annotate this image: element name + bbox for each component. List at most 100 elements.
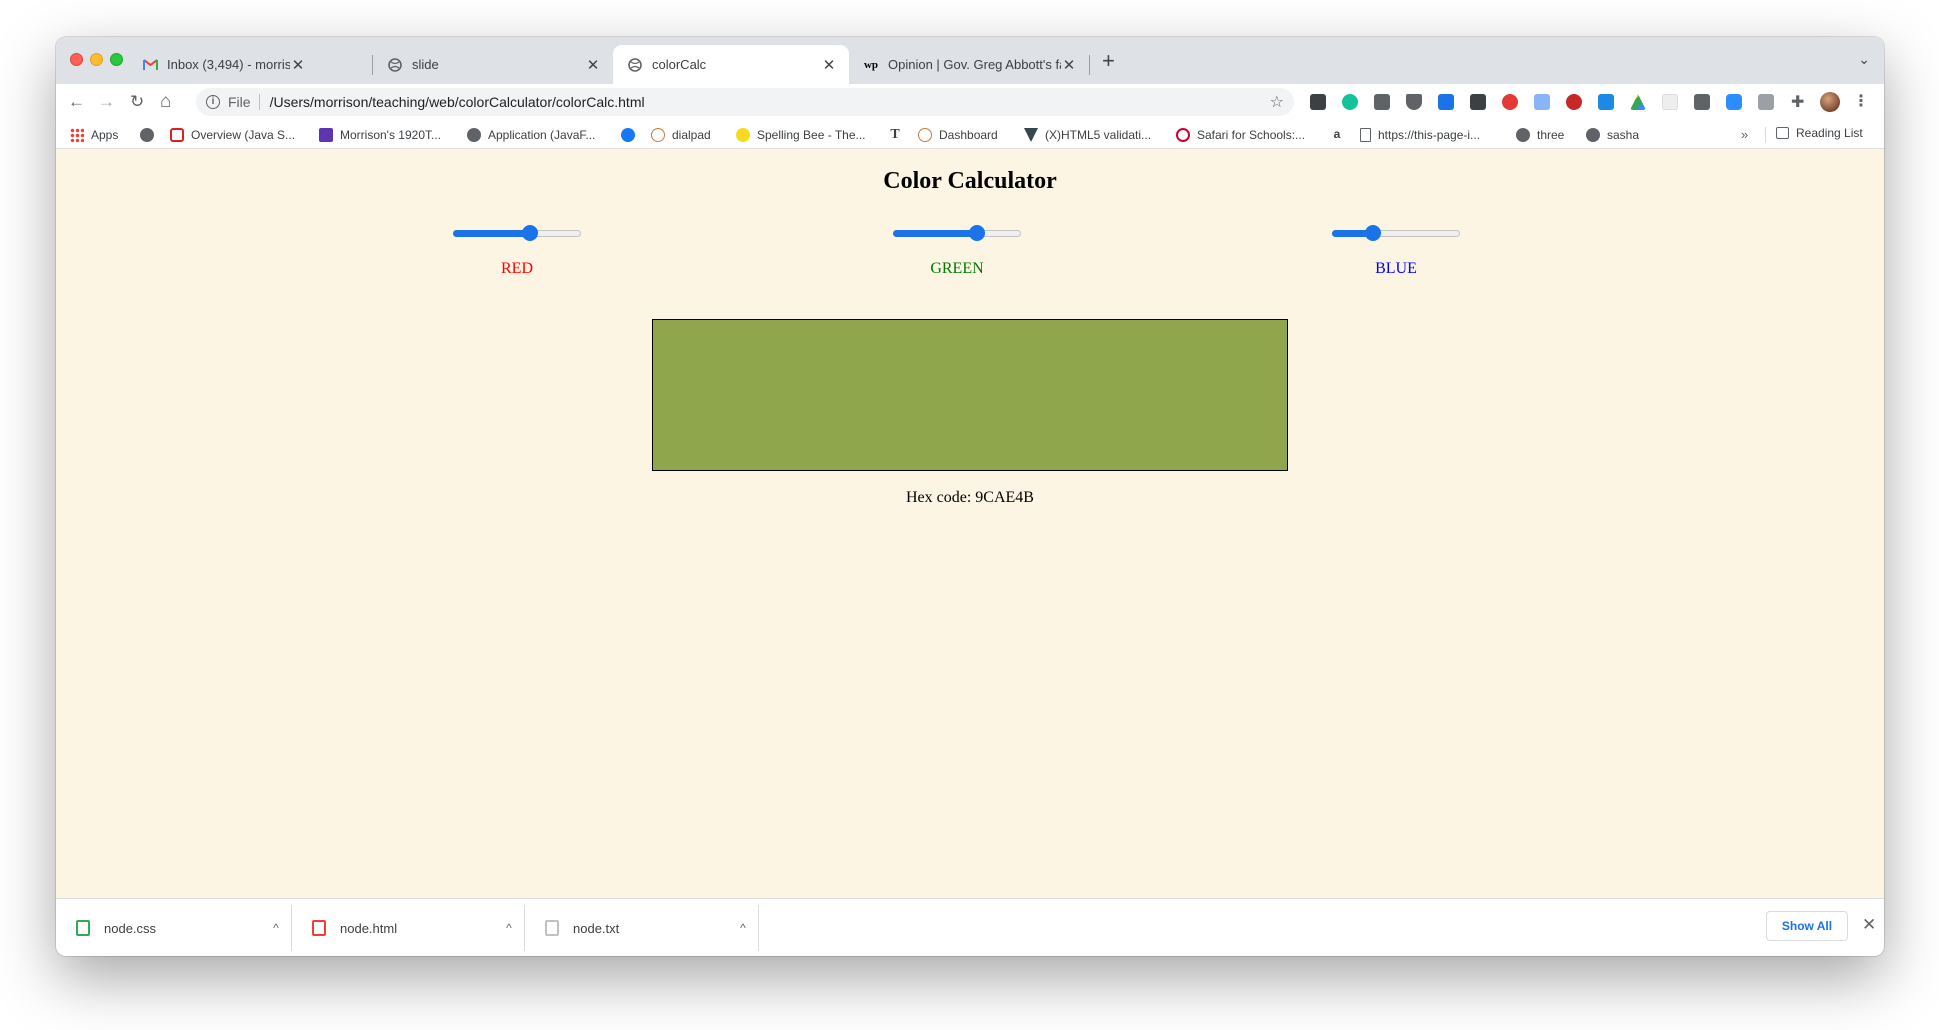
globe-icon — [140, 128, 154, 142]
morrison-site-icon — [319, 128, 333, 142]
bookmark-star-icon[interactable]: ☆ — [1270, 92, 1284, 112]
tab-close-icon[interactable]: ✕ — [821, 56, 837, 74]
facebook-icon — [621, 128, 635, 142]
tab-opinion[interactable]: wp Opinion | Gov. Greg Abbott's fa ✕ — [849, 45, 1089, 84]
download-item[interactable]: node.html ^ — [292, 905, 525, 951]
tab-title: slide — [412, 57, 439, 72]
grammarly-icon[interactable] — [1342, 94, 1358, 110]
slider-thumb[interactable] — [1364, 225, 1381, 241]
bookmark-amazon[interactable]: a — [1330, 126, 1351, 144]
extension-s-icon[interactable] — [1598, 94, 1614, 110]
download-filename: node.html — [340, 920, 398, 936]
globe-icon — [387, 57, 403, 73]
color-swatch — [652, 319, 1288, 471]
zoom-icon[interactable] — [1726, 94, 1742, 110]
shield-icon[interactable] — [1406, 94, 1422, 110]
avatar[interactable] — [1820, 92, 1840, 112]
browser-window: Inbox (3,494) - morrison@ncs ✕ slide ✕ c… — [56, 37, 1884, 956]
bookmark-nytimes[interactable]: T — [888, 126, 909, 144]
chevron-up-icon[interactable]: ^ — [728, 921, 758, 935]
green-slider[interactable] — [893, 225, 1021, 241]
extension-arrow-icon[interactable] — [1694, 94, 1710, 110]
reading-list-button[interactable]: Reading List — [1776, 126, 1863, 140]
tab-search-icon[interactable]: ⌄ — [1858, 51, 1870, 68]
dashboard-icon — [918, 128, 932, 142]
minimize-window-button[interactable] — [90, 53, 103, 66]
wapo-icon: wp — [863, 58, 879, 71]
address-bar[interactable]: i File /Users/morrison/teaching/web/colo… — [196, 88, 1294, 116]
red-slider[interactable] — [453, 225, 581, 241]
bookmark-overview-java[interactable]: Overview (Java S... — [170, 126, 295, 144]
extension-tool-icon[interactable] — [1470, 94, 1486, 110]
bookmark-globe[interactable] — [140, 126, 161, 144]
zoom-window-button[interactable] — [110, 53, 123, 66]
more-bookmarks-icon[interactable]: » — [1741, 127, 1748, 142]
red-slider-group: RED — [447, 225, 587, 278]
text-file-icon — [545, 920, 559, 936]
chevron-up-icon[interactable]: ^ — [494, 921, 524, 935]
tab-close-icon[interactable]: ✕ — [290, 56, 306, 74]
bookmark-validator[interactable]: (X)HTML5 validati... — [1024, 126, 1151, 144]
tab-title: Opinion | Gov. Greg Abbott's fa — [888, 57, 1061, 72]
toolbar: ← → ↻ ⌂ i File /Users/morrison/teaching/… — [56, 84, 1884, 120]
bookmark-morrisons[interactable]: Morrison's 1920T... — [319, 126, 441, 144]
extension-pen-icon[interactable] — [1534, 94, 1550, 110]
info-icon[interactable]: i — [206, 95, 220, 109]
blue-slider-group: BLUE — [1326, 225, 1466, 278]
extension-blue-icon[interactable] — [1438, 94, 1454, 110]
google-drive-icon[interactable] — [1630, 94, 1646, 110]
bee-icon — [736, 128, 750, 142]
page-content: Color Calculator RED GREEN BLUE Hex code… — [56, 149, 1884, 898]
tab-close-icon[interactable]: ✕ — [1061, 56, 1077, 74]
close-icon[interactable]: ✕ — [1862, 915, 1876, 935]
bookmark-spelling-bee[interactable]: Spelling Bee - The... — [736, 126, 866, 144]
reload-icon[interactable]: ↻ — [130, 92, 144, 112]
globe-icon — [627, 57, 643, 73]
extensions-puzzle-icon[interactable]: ✚ — [1791, 92, 1804, 112]
address-scheme: File — [228, 94, 260, 110]
bookmark-sasha[interactable]: sasha — [1586, 126, 1639, 144]
green-label: GREEN — [930, 260, 984, 277]
chevron-up-icon[interactable]: ^ — [261, 921, 291, 935]
back-icon[interactable]: ← — [68, 92, 85, 112]
forward-icon[interactable]: → — [98, 92, 115, 112]
extension-dark-icon[interactable] — [1310, 94, 1326, 110]
show-all-button[interactable]: Show All — [1766, 911, 1848, 941]
tab-slide[interactable]: slide ✕ — [373, 45, 613, 84]
extension-grid-icon[interactable] — [1374, 94, 1390, 110]
address-url[interactable]: /Users/morrison/teaching/web/colorCalcul… — [270, 94, 645, 110]
blue-slider[interactable] — [1332, 225, 1460, 241]
tab-colorcalc[interactable]: colorCalc ✕ — [613, 45, 849, 84]
download-shelf: node.css ^ node.html ^ node.txt ^ Show A… — [56, 898, 1884, 956]
red-label: RED — [501, 260, 533, 277]
bookmark-facebook[interactable] — [621, 126, 642, 144]
css-file-icon — [76, 920, 90, 936]
close-window-button[interactable] — [70, 53, 83, 66]
extension-blank-icon[interactable] — [1662, 94, 1678, 110]
new-tab-button[interactable]: + — [1102, 50, 1115, 72]
hex-code-text: Hex code: 9CAE4B — [906, 489, 1034, 506]
download-item[interactable]: node.css ^ — [56, 905, 292, 951]
globe-icon — [1586, 128, 1600, 142]
download-filename: node.css — [104, 920, 157, 936]
tab-gmail[interactable]: Inbox (3,494) - morrison@ncs ✕ — [128, 45, 318, 84]
menu-kebab-icon[interactable]: ⋮ — [1853, 91, 1869, 111]
download-item[interactable]: node.txt ^ — [525, 905, 759, 951]
slider-thumb[interactable] — [969, 225, 986, 241]
youtube-icon[interactable] — [1566, 94, 1582, 110]
tab-close-icon[interactable]: ✕ — [585, 56, 601, 74]
bookmark-safari-schools[interactable]: Safari for Schools:... — [1176, 126, 1305, 144]
bookmark-this-page[interactable]: https://this-page-i... — [1360, 126, 1480, 144]
bookmark-three[interactable]: three — [1516, 126, 1564, 144]
home-icon[interactable]: ⌂ — [160, 92, 171, 112]
dialpad-icon — [651, 128, 665, 142]
bookmark-application-javafx[interactable]: Application (JavaF... — [467, 126, 595, 144]
bookmark-dialpad[interactable]: dialpad — [651, 126, 711, 144]
bookmark-dashboard[interactable]: Dashboard — [918, 126, 998, 144]
blue-label: BLUE — [1375, 260, 1417, 277]
slider-thumb[interactable] — [521, 225, 538, 241]
validator-icon — [1024, 128, 1038, 142]
extension-red-icon[interactable] — [1502, 94, 1518, 110]
camera-icon[interactable] — [1758, 94, 1774, 110]
bookmark-apps[interactable]: Apps — [70, 126, 118, 144]
